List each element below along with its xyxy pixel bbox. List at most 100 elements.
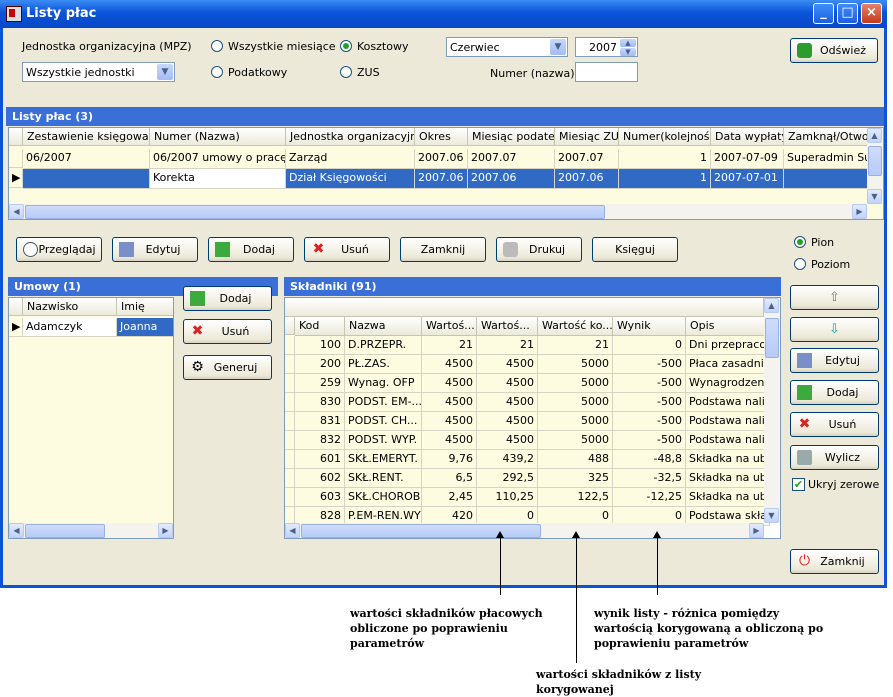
- edit-payroll-button[interactable]: Edytuj: [112, 237, 198, 262]
- horizontal-scrollbar[interactable]: ◀ ▶: [9, 204, 867, 219]
- table-cell[interactable]: -32,5: [613, 469, 686, 488]
- table-cell[interactable]: -500: [613, 412, 686, 431]
- column-header[interactable]: Jednostka organizacyjna: [286, 128, 415, 146]
- table-cell[interactable]: Zarząd: [286, 149, 415, 169]
- scroll-left-icon[interactable]: ◀: [9, 204, 24, 219]
- table-cell[interactable]: Płaca zasadnicza: [686, 355, 770, 374]
- scrollbar-thumb[interactable]: [25, 524, 105, 538]
- horizontal-scrollbar[interactable]: ◀ ▶: [9, 523, 173, 538]
- table-cell[interactable]: 2007.07: [468, 149, 555, 169]
- table-cell[interactable]: Składka na ubezp: [686, 450, 770, 469]
- vertical-scrollbar[interactable]: ▲ ▼: [764, 298, 780, 523]
- table-cell[interactable]: 259: [295, 374, 345, 393]
- maximize-button[interactable]: □: [837, 3, 858, 24]
- table-cell[interactable]: 2007-07-01: [711, 169, 784, 189]
- add-component-button[interactable]: Dodaj: [790, 380, 879, 405]
- radio-vertical[interactable]: [794, 236, 806, 248]
- table-cell[interactable]: 601: [295, 450, 345, 469]
- add-contract-button[interactable]: Dodaj: [183, 286, 272, 311]
- table-cell[interactable]: Podstawa nalicze: [686, 393, 770, 412]
- table-cell[interactable]: PODST. CH...: [345, 412, 422, 431]
- book-button[interactable]: Księguj: [592, 237, 678, 262]
- table-cell[interactable]: Joanna: [117, 318, 173, 337]
- table-cell[interactable]: 603: [295, 488, 345, 507]
- column-header[interactable]: Wartość ko...: [538, 317, 613, 336]
- column-header[interactable]: Wartoś...: [477, 317, 538, 336]
- column-header[interactable]: Numer(kolejność): [619, 128, 711, 146]
- table-cell[interactable]: 5000: [538, 393, 613, 412]
- radio-horizontal[interactable]: [794, 258, 806, 270]
- column-header[interactable]: Wartoś...: [422, 317, 477, 336]
- table-cell[interactable]: 2007.06: [468, 169, 555, 189]
- radio-zus[interactable]: [340, 66, 352, 78]
- scrollbar-thumb[interactable]: [301, 524, 541, 538]
- add-payroll-button[interactable]: Dodaj: [208, 237, 294, 262]
- table-cell[interactable]: 2007.06: [415, 149, 468, 169]
- table-cell[interactable]: 6,5: [422, 469, 477, 488]
- table-cell[interactable]: 4500: [422, 393, 477, 412]
- table-cell[interactable]: 5000: [538, 431, 613, 450]
- table-cell[interactable]: -500: [613, 393, 686, 412]
- move-down-button[interactable]: ⇩: [790, 317, 879, 342]
- minimize-button[interactable]: _: [813, 3, 834, 24]
- table-cell[interactable]: 5000: [538, 374, 613, 393]
- table-cell[interactable]: -500: [613, 431, 686, 450]
- scroll-up-icon[interactable]: ▲: [867, 128, 882, 143]
- table-cell[interactable]: PODST. EM-...: [345, 393, 422, 412]
- table-cell[interactable]: SKŁ.RENT.: [345, 469, 422, 488]
- close-window-button[interactable]: ×: [861, 3, 882, 24]
- column-header[interactable]: Miesiąc podatek: [468, 128, 555, 146]
- table-cell[interactable]: 2,45: [422, 488, 477, 507]
- scroll-right-icon[interactable]: ▶: [749, 523, 764, 538]
- table-cell[interactable]: SKŁ.EMERYT.: [345, 450, 422, 469]
- spin-up-icon[interactable]: ▲: [620, 39, 636, 47]
- table-cell[interactable]: 1: [619, 149, 711, 169]
- table-cell[interactable]: -48,8: [613, 450, 686, 469]
- table-cell[interactable]: 2007.06: [555, 169, 619, 189]
- table-cell[interactable]: 4500: [422, 412, 477, 431]
- table-cell[interactable]: 4500: [477, 412, 538, 431]
- table-cell[interactable]: 325: [538, 469, 613, 488]
- table-cell[interactable]: 292,5: [477, 469, 538, 488]
- table-cell[interactable]: 06/2007 umowy o pracę: [150, 149, 286, 169]
- table-cell[interactable]: Dział Księgowości: [286, 169, 415, 189]
- browse-button[interactable]: Przeglądaj: [16, 237, 102, 262]
- table-cell[interactable]: 4500: [477, 355, 538, 374]
- scroll-up-icon[interactable]: ▲: [764, 298, 779, 313]
- table-cell[interactable]: 200: [295, 355, 345, 374]
- table-cell[interactable]: 4500: [477, 393, 538, 412]
- generate-button[interactable]: ⚙ Generuj: [183, 355, 272, 380]
- delete-contract-button[interactable]: ✖ Usuń: [183, 319, 272, 344]
- table-cell[interactable]: Adamczyk: [23, 318, 117, 337]
- year-spinner[interactable]: 2007 ▲ ▼: [575, 37, 638, 57]
- table-cell[interactable]: 4500: [422, 355, 477, 374]
- table-cell[interactable]: Wynag. OFP: [345, 374, 422, 393]
- scrollbar-thumb[interactable]: [765, 318, 779, 358]
- delete-component-button[interactable]: ✖ Usuń: [790, 412, 879, 437]
- table-cell[interactable]: Składka na ubezp: [686, 488, 770, 507]
- hide-zero-checkbox[interactable]: ✔: [792, 478, 805, 491]
- table-cell[interactable]: Wynagrodzenia O: [686, 374, 770, 393]
- column-header[interactable]: Imię: [117, 298, 173, 316]
- column-header[interactable]: Numer (Nazwa): [150, 128, 286, 146]
- delete-payroll-button[interactable]: ✖ Usuń: [304, 237, 390, 262]
- table-cell[interactable]: 602: [295, 469, 345, 488]
- column-header[interactable]: Zestawienie księgowań: [23, 128, 150, 146]
- column-header[interactable]: Nazwisko: [23, 298, 117, 316]
- table-cell[interactable]: Superadmin Sup.: [784, 149, 869, 169]
- move-up-button[interactable]: ⇧: [790, 285, 879, 310]
- radio-cost[interactable]: [340, 40, 352, 52]
- table-cell[interactable]: 831: [295, 412, 345, 431]
- table-cell[interactable]: 9,76: [422, 450, 477, 469]
- column-header[interactable]: Nazwa: [345, 317, 422, 336]
- scroll-down-icon[interactable]: ▼: [764, 508, 779, 523]
- horizontal-scrollbar[interactable]: ◀ ▶: [285, 523, 764, 538]
- table-cell[interactable]: D.PRZEPR.: [345, 336, 422, 355]
- table-cell[interactable]: PODST. WYP.: [345, 431, 422, 450]
- table-cell[interactable]: 110,25: [477, 488, 538, 507]
- scrollbar-thumb[interactable]: [25, 205, 605, 219]
- table-cell[interactable]: 4500: [477, 374, 538, 393]
- table-cell[interactable]: Składka na ubezp: [686, 469, 770, 488]
- number-input[interactable]: [575, 62, 638, 82]
- table-cell[interactable]: 0: [613, 336, 686, 355]
